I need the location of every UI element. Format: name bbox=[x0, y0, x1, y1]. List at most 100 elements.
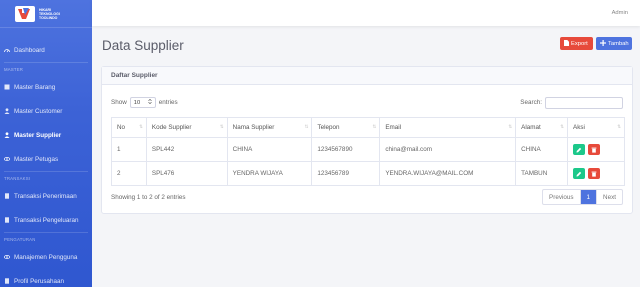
cell-nama: YENDRA WIJAYA bbox=[226, 161, 313, 186]
entries-value: 10 bbox=[133, 99, 141, 106]
plus-icon bbox=[600, 39, 606, 48]
sort-icon: ⇅ bbox=[304, 124, 309, 129]
cell-kode: SPL442 bbox=[145, 137, 228, 162]
cell-telepon: 1234567890 bbox=[311, 137, 381, 162]
sidebar-item-profil-perusahaan[interactable]: Profil Perusahaan bbox=[0, 269, 92, 287]
edit-button[interactable] bbox=[573, 144, 586, 155]
sidebar-item-label: Transaksi Penerimaan bbox=[14, 192, 77, 200]
column-header-aksi[interactable]: Aksi ⇅ bbox=[567, 117, 625, 138]
section-transaksi: TRANSAKSI bbox=[4, 175, 31, 181]
topbar: Admin bbox=[92, 0, 640, 26]
sidebar-item-label: Master Supplier bbox=[14, 131, 62, 139]
trash-icon bbox=[591, 147, 597, 153]
trash-icon bbox=[591, 171, 597, 177]
delete-button[interactable] bbox=[588, 144, 601, 155]
sidebar-item-master-customer[interactable]: Master Customer bbox=[0, 99, 92, 123]
sort-icon: ⇅ bbox=[617, 124, 621, 129]
sidebar-item-label: Dashboard bbox=[14, 46, 45, 54]
sidebar-item-label: Manajemen Pengguna bbox=[14, 253, 78, 261]
sidebar-item-master-barang[interactable]: Master Barang bbox=[0, 75, 92, 99]
entries-select[interactable]: 10 bbox=[129, 97, 156, 108]
document-icon bbox=[4, 217, 10, 223]
sidebar-item-label: Master Petugas bbox=[14, 155, 59, 163]
table-info: Showing 1 to 2 of 2 entries bbox=[111, 193, 186, 201]
column-header-no[interactable]: No ⇅ bbox=[111, 117, 147, 138]
edit-button[interactable] bbox=[573, 168, 586, 179]
cell-no: 2 bbox=[111, 161, 147, 186]
section-master: MASTER bbox=[4, 66, 24, 72]
sort-icon: ⇅ bbox=[219, 124, 224, 129]
search-label: Search: bbox=[520, 99, 542, 106]
delete-button[interactable] bbox=[588, 168, 601, 179]
page-title: Data Supplier bbox=[102, 38, 184, 53]
sort-icon: ⇅ bbox=[139, 124, 143, 129]
entries-control: Show 10 entries bbox=[111, 97, 178, 108]
cell-telepon: 123456789 bbox=[311, 161, 381, 186]
page-1-button[interactable]: 1 bbox=[580, 190, 598, 204]
table-footer: Showing 1 to 2 of 2 entries Previous 1 N… bbox=[111, 189, 623, 205]
sidebar-item-transaksi-pengeluaran[interactable]: Transaksi Pengeluaran bbox=[0, 208, 92, 232]
file-icon bbox=[564, 39, 569, 48]
logo-icon bbox=[14, 5, 36, 23]
search-control: Search: bbox=[520, 96, 623, 109]
next-page-button[interactable]: Next bbox=[597, 190, 622, 204]
dashboard-icon bbox=[4, 47, 10, 53]
entries-label: entries bbox=[158, 99, 178, 106]
add-button[interactable]: Tambah bbox=[596, 37, 632, 50]
export-button[interactable]: Export bbox=[560, 37, 593, 50]
cell-no: 1 bbox=[111, 137, 147, 162]
cell-kode: SPL476 bbox=[145, 161, 228, 186]
user-menu[interactable]: Admin bbox=[612, 10, 628, 16]
sidebar-item-transaksi-penerimaan[interactable]: Transaksi Penerimaan bbox=[0, 184, 92, 208]
supplier-card: Daftar Supplier Show 10 entries Search: … bbox=[101, 66, 633, 214]
cell-nama: CHINA bbox=[226, 137, 313, 162]
search-input[interactable] bbox=[545, 96, 623, 109]
user-icon bbox=[4, 132, 10, 138]
column-header-email[interactable]: Email ⇅ bbox=[379, 117, 517, 138]
brand[interactable]: HIKARI TEKNOLOGI TOOLINDO bbox=[0, 0, 92, 28]
eye-icon bbox=[4, 156, 10, 162]
sidebar-item-label: Master Barang bbox=[14, 83, 56, 91]
table-header-row: No ⇅ Kode Supplier ⇅ Nama Supplier ⇅ Telepo… bbox=[111, 117, 625, 138]
user-icon bbox=[4, 108, 10, 114]
column-header-alamat[interactable]: Alamat ⇅ bbox=[515, 117, 569, 138]
cell-email: china@mail.com bbox=[379, 137, 517, 162]
sort-icon: ⇅ bbox=[508, 124, 513, 129]
add-label: Tambah bbox=[608, 40, 629, 47]
cell-alamat: TAMBUN bbox=[515, 161, 569, 186]
document-icon bbox=[4, 193, 10, 199]
sidebar-item-label: Transaksi Pengeluaran bbox=[14, 216, 79, 224]
sort-icon: ⇅ bbox=[372, 124, 377, 129]
box-icon bbox=[4, 84, 10, 90]
table-row: 1 SPL442 CHINA 1234567890 china@mail.com… bbox=[111, 137, 625, 162]
export-label: Export bbox=[571, 40, 588, 47]
chevron-down-icon bbox=[148, 98, 152, 106]
sidebar-item-label: Profil Perusahaan bbox=[14, 277, 65, 285]
eye-icon bbox=[4, 254, 10, 260]
table-controls: Show 10 entries Search: bbox=[111, 96, 623, 109]
sidebar-item-master-petugas[interactable]: Master Petugas bbox=[0, 147, 92, 171]
card-title: Daftar Supplier bbox=[102, 67, 632, 85]
cell-aksi bbox=[567, 161, 625, 186]
sidebar: HIKARI TEKNOLOGI TOOLINDO Dashboard MAST… bbox=[0, 0, 92, 287]
pencil-icon bbox=[576, 171, 582, 176]
document-icon bbox=[4, 278, 10, 284]
column-header-nama[interactable]: Nama Supplier ⇅ bbox=[226, 117, 313, 138]
cell-email: YENDRA.WIJAYA@MAIL.COM bbox=[379, 161, 517, 186]
cell-aksi bbox=[567, 137, 625, 162]
column-header-telepon[interactable]: Telepon ⇅ bbox=[311, 117, 381, 138]
cell-alamat: CHINA bbox=[515, 137, 569, 162]
sidebar-item-manajemen-pengguna[interactable]: Manajemen Pengguna bbox=[0, 245, 92, 269]
column-header-kode[interactable]: Kode Supplier ⇅ bbox=[145, 117, 228, 138]
show-label: Show bbox=[111, 99, 127, 106]
section-pengaturan: PENGATURAN bbox=[4, 236, 36, 242]
previous-page-button[interactable]: Previous bbox=[543, 190, 581, 204]
sidebar-item-master-supplier[interactable]: Master Supplier bbox=[0, 123, 92, 147]
pencil-icon bbox=[576, 147, 582, 152]
sort-icon: ⇅ bbox=[560, 124, 565, 129]
supplier-table: No ⇅ Kode Supplier ⇅ Nama Supplier ⇅ Telepo… bbox=[111, 117, 625, 186]
pagination: Previous 1 Next bbox=[542, 189, 623, 205]
brand-name: HIKARI TEKNOLOGI TOOLINDO bbox=[39, 7, 60, 20]
sidebar-item-dashboard[interactable]: Dashboard bbox=[0, 38, 92, 62]
table-row: 2 SPL476 YENDRA WIJAYA 123456789 YENDRA.… bbox=[111, 161, 625, 186]
